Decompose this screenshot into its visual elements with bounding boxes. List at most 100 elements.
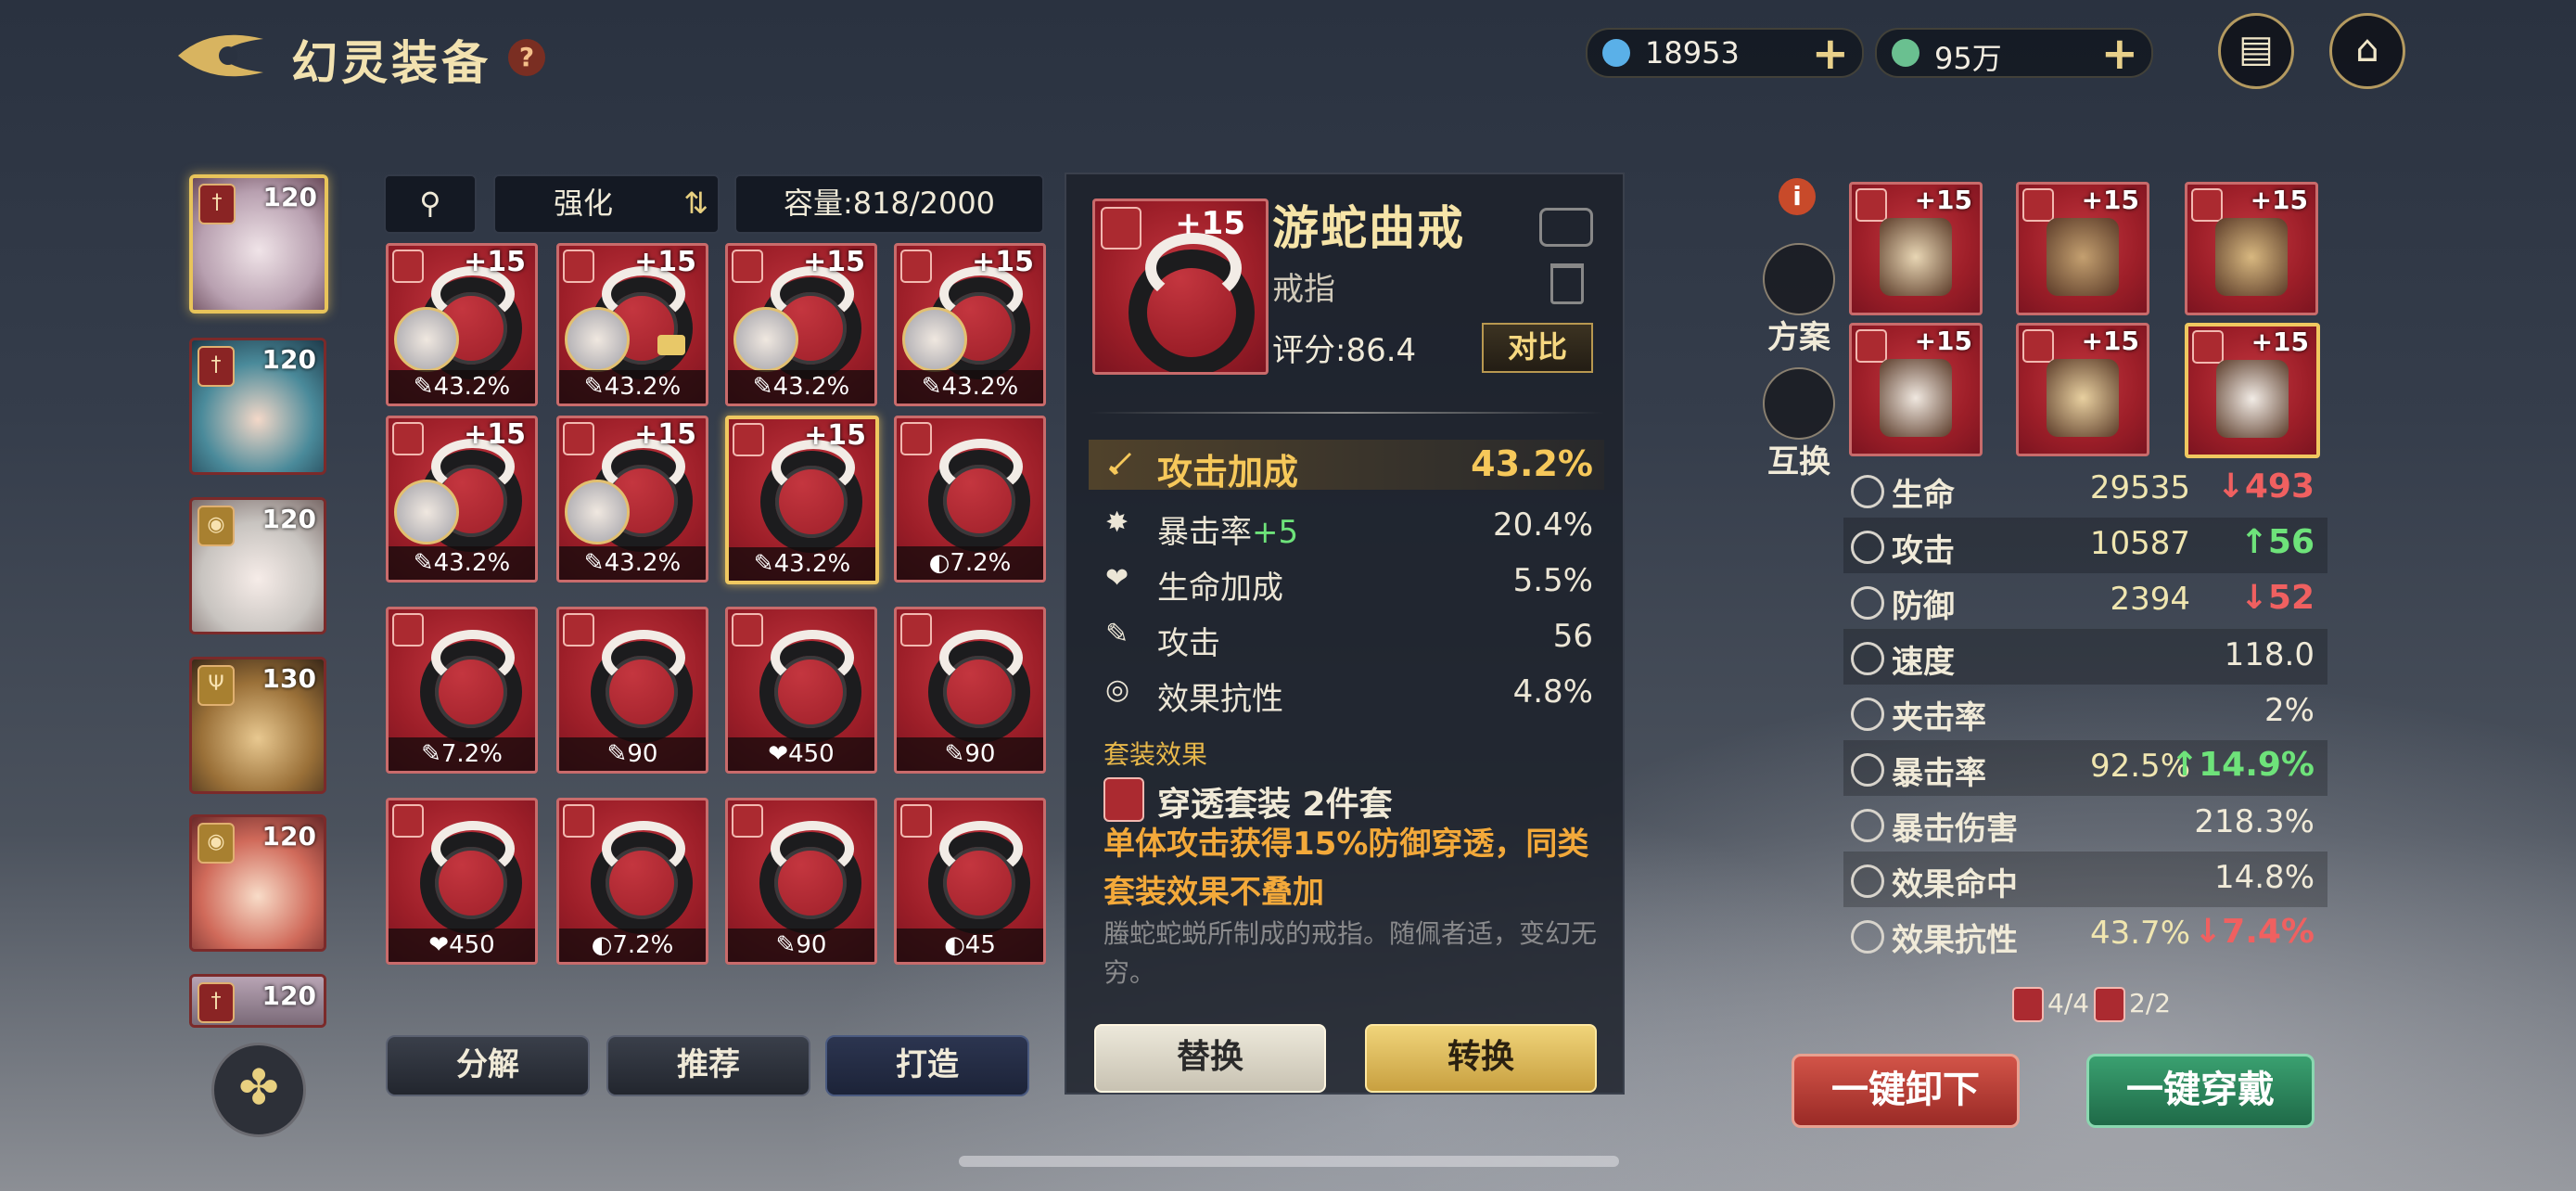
hero-portrait[interactable]: Ψ 130 <box>189 657 326 794</box>
stat-value: 118.0 <box>2224 636 2315 673</box>
lock-icon <box>657 335 685 355</box>
trash-icon[interactable] <box>1550 263 1584 304</box>
snake-icon <box>602 821 685 877</box>
filter-icon[interactable]: ⚲ <box>384 174 477 234</box>
unequip-all-button[interactable]: 一键卸下 <box>1792 1054 2020 1128</box>
hero-emblem-icon: ◉ <box>198 506 235 546</box>
equipment-card[interactable]: +15 ✎43.2% <box>386 416 538 583</box>
sword-icon: ✎ <box>944 740 965 768</box>
hero-portrait[interactable]: † 120 <box>189 338 326 475</box>
hero-emblem-icon: ◉ <box>198 823 235 864</box>
shield-icon: ◐ <box>928 549 950 577</box>
back-logo-icon[interactable] <box>174 26 267 85</box>
sort-dropdown[interactable]: 强化 ⇅ <box>493 174 720 234</box>
hit-icon <box>1851 864 1884 898</box>
equipment-card[interactable]: ✎90 <box>894 607 1046 774</box>
character-stat-row: 暴击率 92.5% ↑14.9% <box>1843 740 2327 796</box>
item-main-stat: ✎43.2% <box>389 546 535 580</box>
character-stat-row: 效果命中 14.8% <box>1843 852 2327 907</box>
heart-icon: ❤ <box>768 740 789 768</box>
set-emblem-icon <box>900 804 932 838</box>
item-main-stat: ✎90 <box>728 928 874 962</box>
equipment-card[interactable]: ✎90 <box>556 607 708 774</box>
recommend-button[interactable]: 推荐 <box>606 1035 810 1096</box>
equipment-card[interactable]: +15 ✎43.2% <box>556 416 708 583</box>
equipment-card[interactable]: +15 ✎43.2% <box>725 416 879 584</box>
stat-value: 218.3% <box>2194 803 2315 840</box>
equipment-card[interactable]: ◐7.2% <box>556 798 708 965</box>
stat-base-value: 43.7% <box>2089 915 2190 952</box>
equipment-card[interactable]: ❤450 <box>725 607 877 774</box>
sub-stat-label: 暴击率+5 <box>1157 514 1299 551</box>
heart-icon: ❤ <box>428 931 450 959</box>
stat-diff: ↑56 <box>2239 523 2315 561</box>
help-icon[interactable]: ? <box>508 39 545 76</box>
hero-portrait[interactable]: ◉ 120 <box>189 814 326 952</box>
hero-emblem-icon: † <box>198 184 236 224</box>
item-plus-level: +15 <box>464 418 526 451</box>
item-stat-value: 7.2% <box>612 931 674 959</box>
equipped-slot[interactable]: +15 <box>2185 182 2318 315</box>
arrow-up-icon: ↑ <box>2170 746 2200 784</box>
equipped-slot[interactable]: +15 <box>1849 182 1983 315</box>
hero-level: 130 <box>261 663 316 694</box>
item-stat-value: 7.2% <box>440 740 503 768</box>
shield-icon: ◐ <box>944 931 965 959</box>
equipment-card[interactable]: ✎90 <box>725 798 877 965</box>
replace-button[interactable]: 替换 <box>1094 1024 1326 1093</box>
forge-button[interactable]: 打造 <box>825 1035 1029 1096</box>
hero-portrait[interactable]: † 120 <box>189 174 328 314</box>
stat-label: 夹击率 <box>1892 699 1986 736</box>
stat-label: 效果命中 <box>1892 866 2018 903</box>
lock-icon[interactable] <box>1539 208 1593 247</box>
sort-toggle-icon[interactable]: ⇅ <box>683 176 708 230</box>
grid-menu-icon[interactable]: ✤ <box>211 1043 306 1137</box>
hero-level: 120 <box>261 980 316 1011</box>
shield-icon: ◐ <box>591 931 613 959</box>
coin-value: 95万 <box>1934 41 2002 76</box>
equip-all-button[interactable]: 一键穿戴 <box>2086 1054 2315 1128</box>
equipment-card[interactable]: ❤450 <box>386 798 538 965</box>
stat-label: 效果抗性 <box>1892 922 2018 959</box>
set-emblem-icon <box>1103 777 1144 822</box>
pavilion-icon[interactable]: ⌂ <box>2329 13 2405 89</box>
hero-portrait[interactable]: † 120 <box>189 974 326 1028</box>
equipped-slot[interactable]: +15 <box>2016 323 2149 456</box>
set-effect-label: 套装效果 <box>1103 739 1208 770</box>
stat-label: 暴击率 <box>1892 755 1986 792</box>
hero-portrait[interactable]: ◉ 120 <box>189 497 326 634</box>
equipment-card[interactable]: ✎7.2% <box>386 607 538 774</box>
equipment-card[interactable]: ◐7.2% <box>894 416 1046 583</box>
item-plus-level: +15 <box>972 246 1034 278</box>
set-emblem-icon <box>2191 188 2223 222</box>
equipped-slot[interactable]: +15 <box>2185 323 2320 458</box>
add-spirit-crystal-button[interactable]: + <box>1812 28 1849 80</box>
compare-button[interactable]: 对比 <box>1482 323 1593 373</box>
equipment-card[interactable]: ◐45 <box>894 798 1046 965</box>
set-emblem-icon <box>2012 987 2044 1022</box>
spirit-crystal-counter: 18953 + <box>1586 28 1864 80</box>
divider <box>1089 412 1604 414</box>
swap-button[interactable]: 互换 <box>1762 367 1836 481</box>
add-coin-button[interactable]: + <box>2101 28 2138 80</box>
info-icon[interactable]: i <box>1779 178 1816 215</box>
chat-icon[interactable]: ▤ <box>2218 13 2294 89</box>
equipped-slot[interactable]: +15 <box>1849 323 1983 456</box>
set-emblem-icon <box>2022 329 2054 363</box>
equipment-card[interactable]: +15 ✎43.2% <box>894 243 1046 406</box>
equipment-card[interactable]: +15 ✎43.2% <box>725 243 877 406</box>
home-indicator[interactable] <box>959 1156 1619 1167</box>
equipment-card[interactable]: +15 ✎43.2% <box>556 243 708 406</box>
transform-button[interactable]: 转换 <box>1365 1024 1597 1093</box>
item-stat-value: 43.2% <box>773 550 851 578</box>
sub-stat-row: ❤ 生命加成 5.5% <box>1089 557 1604 607</box>
coin-counter: 95万 + <box>1875 28 2153 80</box>
plan-button[interactable]: 方案 <box>1762 243 1836 357</box>
equipped-slot[interactable]: +15 <box>2016 182 2149 315</box>
sword-icon: ✎ <box>921 373 942 401</box>
decompose-button[interactable]: 分解 <box>386 1035 590 1096</box>
item-stat-value: 43.2% <box>941 373 1019 401</box>
equipment-card[interactable]: +15 ✎43.2% <box>386 243 538 406</box>
item-main-stat: ❤450 <box>389 928 535 962</box>
item-main-stat: ✎43.2% <box>559 370 706 403</box>
